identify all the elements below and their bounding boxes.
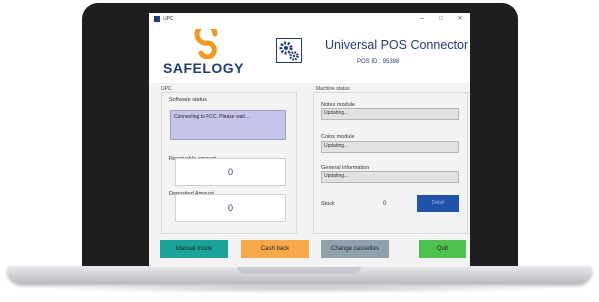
pos-id-value: 95398 [382,59,400,65]
brand-name: SAFELOGY [163,60,245,76]
stock-value: 0 [383,201,387,207]
title-bar: UPC – □ ✕ [149,13,470,25]
app-window: UPC – □ ✕ SAFELOGY Universal POS Connect… [149,13,470,267]
change-cassettes-button[interactable]: Change cassettes [321,240,389,258]
manual-mode-button[interactable]: Manual mode [160,240,228,258]
software-status-label: Software status [169,97,207,103]
cash-back-button[interactable]: Cash back [241,240,309,258]
receivable-amount-value: 0 [175,158,286,186]
notes-module-value: Updating... [324,110,349,116]
pos-id: POS ID :95398 [357,59,399,65]
detail-button[interactable]: Detail [417,195,459,212]
coins-module-field: Updating... [321,141,459,153]
quit-button[interactable]: Quit [419,240,466,258]
general-information-field: Updating... [321,171,459,183]
deposited-amount-value: 0 [175,194,286,222]
software-status-box: Connecting to FCC. Please wait... [170,110,286,140]
coins-module-label: Coins module [321,134,355,140]
pos-id-label: POS ID : [357,59,381,65]
notes-module-field: Updating... [321,108,459,120]
maximize-button[interactable]: □ [434,13,448,25]
coins-module-value: Updating... [324,143,349,149]
software-status-text: Connecting to FCC. Please wait... [174,114,250,120]
minimize-button[interactable]: – [415,13,429,25]
close-button[interactable]: ✕ [453,13,467,25]
general-information-value: Updating... [324,173,349,179]
settings-gear-icon[interactable] [276,38,302,63]
header: SAFELOGY Universal POS Connector POS ID … [149,25,470,83]
stock-label: Stock [321,201,335,207]
safelogy-logo-icon [194,29,218,59]
laptop-shadow [40,284,560,294]
window-title: UPC [163,16,174,22]
app-title: Universal POS Connector [325,38,469,52]
laptop-notch [237,266,361,274]
app-icon [154,16,160,22]
